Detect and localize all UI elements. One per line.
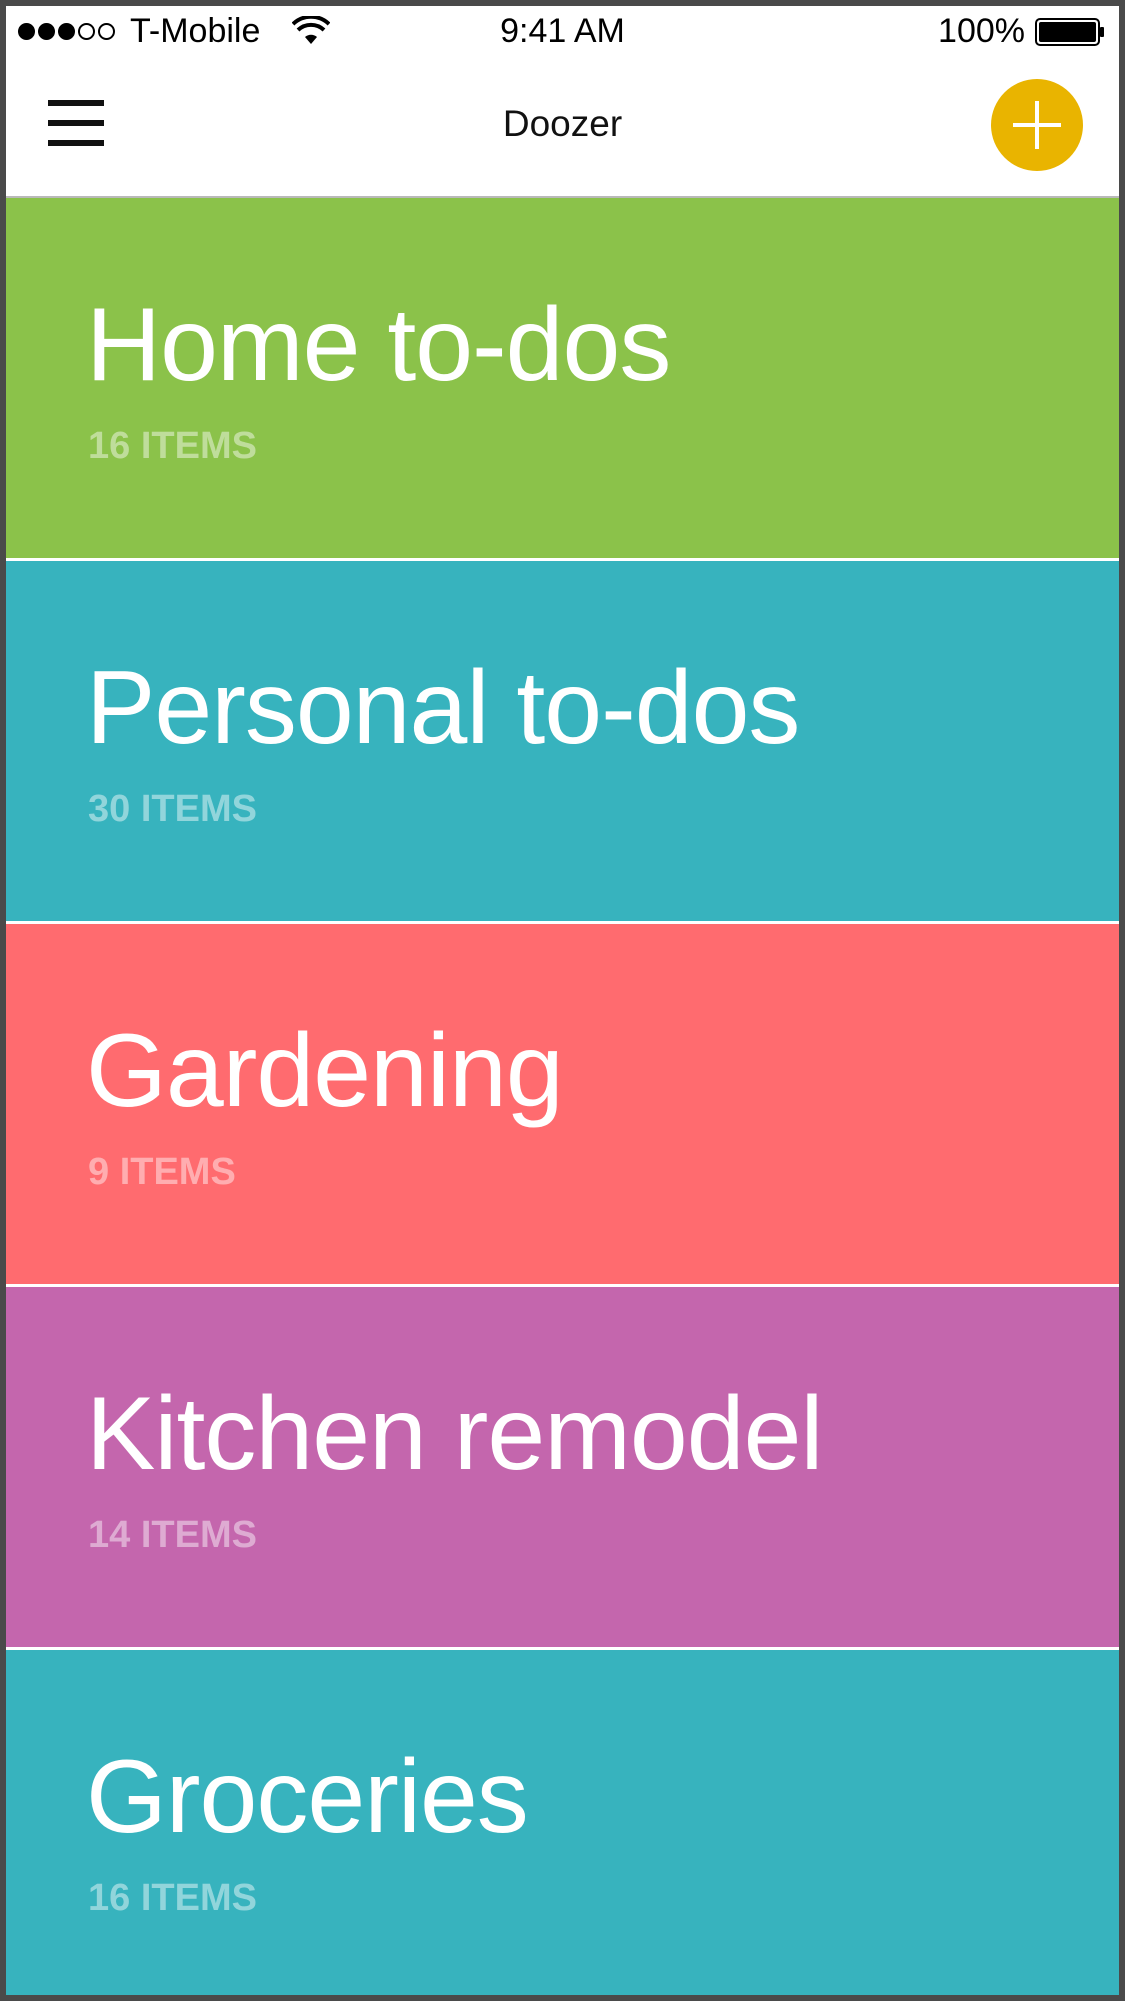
status-bar: T-Mobile 9:41 AM 100% xyxy=(6,6,1119,56)
app-screen: T-Mobile 9:41 AM 100% Doozer Home to-dos… xyxy=(6,6,1119,1995)
list-item-count: 30 ITEMS xyxy=(88,788,257,830)
list-item[interactable]: Gardening 9 ITEMS xyxy=(6,924,1119,1287)
list-item-count: 16 ITEMS xyxy=(88,425,257,467)
list-title: Gardening xyxy=(86,1013,564,1129)
plus-icon xyxy=(1013,101,1061,149)
add-list-button[interactable] xyxy=(991,79,1083,171)
list-item-count: 16 ITEMS xyxy=(88,1877,257,1919)
todo-lists: Home to-dos 16 ITEMS Personal to-dos 30 … xyxy=(6,198,1119,1995)
list-item[interactable]: Groceries 16 ITEMS xyxy=(6,1650,1119,1995)
list-item-count: 9 ITEMS xyxy=(88,1151,236,1193)
list-title: Groceries xyxy=(86,1739,529,1855)
list-item[interactable]: Personal to-dos 30 ITEMS xyxy=(6,561,1119,924)
battery-icon xyxy=(1035,18,1104,46)
list-item-count: 14 ITEMS xyxy=(88,1514,257,1556)
list-title: Personal to-dos xyxy=(86,650,800,766)
list-item[interactable]: Kitchen remodel 14 ITEMS xyxy=(6,1287,1119,1650)
page-title: Doozer xyxy=(502,103,623,144)
navigation-bar: Doozer xyxy=(6,56,1119,198)
battery-percent: 100% xyxy=(938,12,1025,50)
list-title: Home to-dos xyxy=(86,287,671,403)
list-item[interactable]: Home to-dos 16 ITEMS xyxy=(6,198,1119,561)
list-title: Kitchen remodel xyxy=(86,1376,824,1492)
